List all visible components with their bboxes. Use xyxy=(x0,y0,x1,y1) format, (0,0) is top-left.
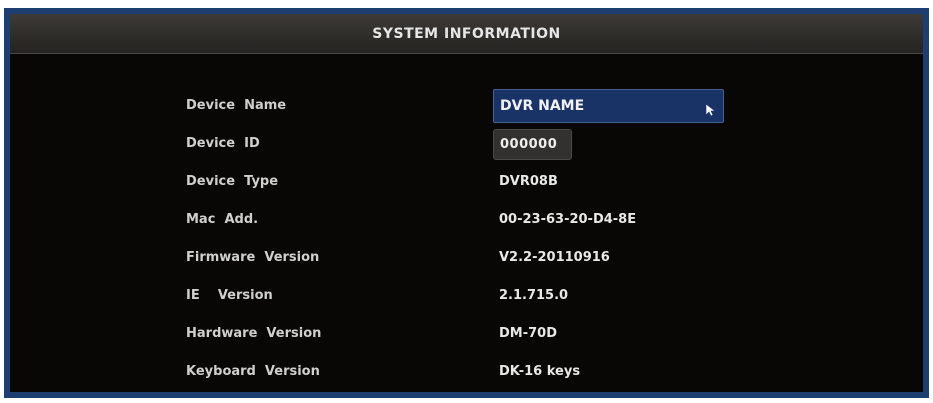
system-information-window: SYSTEM INFORMATION Device Name DVR NAME … xyxy=(4,8,929,398)
window-title: SYSTEM INFORMATION xyxy=(372,25,561,42)
device-name-label: Device Name xyxy=(186,98,287,113)
info-list: Device Name DVR NAME Device ID 000000 De… xyxy=(186,87,746,391)
row-device-name: Device Name DVR NAME xyxy=(186,87,746,125)
mouse-pointer-icon xyxy=(705,103,715,117)
device-id-input[interactable]: 000000 xyxy=(493,129,572,160)
row-device-type: Device Type DVR08B xyxy=(186,163,746,201)
hardware-version-label: Hardware Version xyxy=(186,326,322,341)
keyboard-version-value: DK-16 keys xyxy=(499,364,581,379)
hardware-version-value: DM-70D xyxy=(499,326,558,341)
device-name-value: DVR NAME xyxy=(500,98,585,114)
firmware-version-value: V2.2-20110916 xyxy=(499,250,610,265)
device-name-input[interactable]: DVR NAME xyxy=(493,89,724,123)
row-keyboard-version: Keyboard Version DK-16 keys xyxy=(186,353,746,391)
ie-version-label: IE Version xyxy=(186,288,273,303)
mac-address-label: Mac Add. xyxy=(186,212,259,227)
device-id-value: 000000 xyxy=(500,137,558,152)
row-ie-version: IE Version 2.1.715.0 xyxy=(186,277,746,315)
firmware-version-label: Firmware Version xyxy=(186,250,320,265)
window-body: SYSTEM INFORMATION Device Name DVR NAME … xyxy=(10,14,923,392)
device-type-label: Device Type xyxy=(186,174,279,189)
row-mac-address: Mac Add. 00-23-63-20-D4-8E xyxy=(186,201,746,239)
row-firmware-version: Firmware Version V2.2-20110916 xyxy=(186,239,746,277)
device-type-value: DVR08B xyxy=(499,174,558,189)
device-id-label: Device ID xyxy=(186,136,260,151)
keyboard-version-label: Keyboard Version xyxy=(186,364,320,379)
row-device-id: Device ID 000000 xyxy=(186,125,746,163)
ie-version-value: 2.1.715.0 xyxy=(499,288,569,303)
title-bar: SYSTEM INFORMATION xyxy=(10,14,923,54)
mac-address-value: 00-23-63-20-D4-8E xyxy=(499,212,637,227)
row-hardware-version: Hardware Version DM-70D xyxy=(186,315,746,353)
